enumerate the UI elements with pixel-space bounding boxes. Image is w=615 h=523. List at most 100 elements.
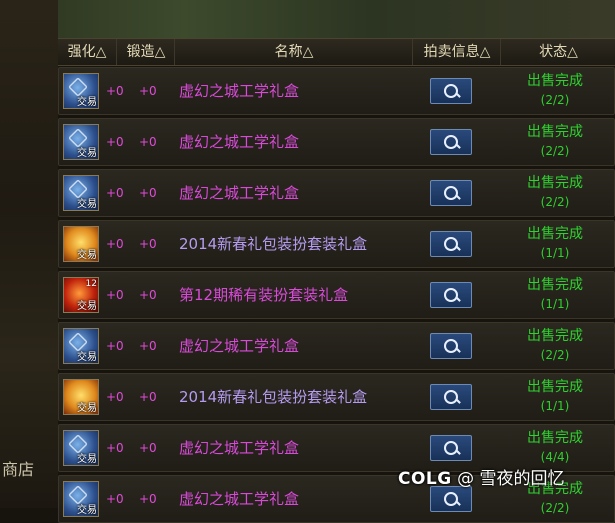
item-name[interactable]: 2014新春礼包装扮套装礼盒	[179, 221, 367, 267]
item-name[interactable]: 虚幻之城工学礼盒	[179, 476, 299, 522]
trade-label: 交易	[77, 454, 97, 465]
status-quantity: (2/2)	[540, 93, 570, 107]
column-auction-info[interactable]: 拍卖信息△	[412, 39, 501, 65]
item-name[interactable]: 虚幻之城工学礼盒	[179, 170, 299, 216]
rune-glyph	[68, 332, 88, 352]
trade-label: 交易	[77, 199, 97, 210]
forge-value: +0	[139, 492, 157, 506]
enhance-value: +0	[106, 390, 124, 404]
item-name[interactable]: 2014新春礼包装扮套装礼盒	[179, 374, 367, 420]
auction-info-search-button[interactable]	[430, 180, 472, 206]
status-quantity: (1/1)	[540, 399, 570, 413]
item-name[interactable]: 虚幻之城工学礼盒	[179, 68, 299, 114]
enhance-value: +0	[106, 237, 124, 251]
auction-row[interactable]: 12 交易 +0 +0 第12期稀有装扮套装礼盒 出售完成 (1/1)	[58, 271, 615, 319]
trade-label: 交易	[77, 148, 97, 159]
enhance-value: +0	[106, 288, 124, 302]
status-text: 出售完成	[527, 328, 583, 344]
rune-glyph	[68, 128, 88, 148]
column-name[interactable]: 名称△	[174, 39, 413, 65]
column-enhance[interactable]: 强化△	[58, 39, 116, 65]
status-text: 出售完成	[527, 73, 583, 89]
sale-status: 出售完成 (2/2)	[502, 327, 608, 365]
item-name[interactable]: 虚幻之城工学礼盒	[179, 119, 299, 165]
auction-list: 交易 +0 +0 虚幻之城工学礼盒 出售完成 (2/2) 交易 +0 +0 虚幻之城工学礼盒 出售完…	[58, 64, 615, 523]
auction-info-search-button[interactable]	[430, 282, 472, 308]
column-forge[interactable]: 锻造△	[116, 39, 175, 65]
forge-value: +0	[139, 237, 157, 251]
forge-value: +0	[139, 135, 157, 149]
status-quantity: (1/1)	[540, 297, 570, 311]
blue-rune-box-icon[interactable]: 交易	[63, 175, 99, 211]
enhance-value: +0	[106, 339, 124, 353]
blue-rune-box-icon[interactable]: 交易	[63, 124, 99, 160]
status-text: 出售完成	[527, 277, 583, 293]
watermark-brand: COLG	[398, 469, 452, 489]
shop-partial-label: 商店	[2, 460, 35, 479]
status-quantity: (2/2)	[540, 348, 570, 362]
trade-label: 交易	[77, 301, 97, 312]
sale-status: 出售完成 (1/1)	[502, 276, 608, 314]
sale-status: 出售完成 (2/2)	[502, 123, 608, 161]
status-text: 出售完成	[527, 175, 583, 191]
status-quantity: (1/1)	[540, 246, 570, 260]
watermark: COLG @ 雪夜的回忆	[398, 466, 565, 492]
red-gift-box-icon[interactable]: 12 交易	[63, 277, 99, 313]
game-background-left	[0, 0, 58, 508]
forge-value: +0	[139, 390, 157, 404]
forge-value: +0	[139, 441, 157, 455]
trade-label: 交易	[77, 352, 97, 363]
auction-row[interactable]: 交易 +0 +0 虚幻之城工学礼盒 出售完成 (4/4)	[58, 424, 615, 472]
auction-row[interactable]: 交易 +0 +0 2014新春礼包装扮套装礼盒 出售完成 (1/1)	[58, 373, 615, 421]
sale-status: 出售完成 (4/4)	[502, 429, 608, 467]
auction-info-search-button[interactable]	[430, 231, 472, 257]
sale-status: 出售完成 (1/1)	[502, 378, 608, 416]
trade-label: 交易	[77, 505, 97, 516]
blue-rune-box-icon[interactable]: 交易	[63, 328, 99, 364]
enhance-value: +0	[106, 84, 124, 98]
item-name[interactable]: 虚幻之城工学礼盒	[179, 425, 299, 471]
enhance-value: +0	[106, 135, 124, 149]
column-status[interactable]: 状态△	[500, 39, 615, 65]
status-quantity: (4/4)	[540, 450, 570, 464]
rune-glyph	[68, 434, 88, 454]
status-text: 出售完成	[527, 226, 583, 242]
auction-info-search-button[interactable]	[430, 78, 472, 104]
watermark-author: @ 雪夜的回忆	[457, 469, 565, 489]
auction-row[interactable]: 交易 +0 +0 虚幻之城工学礼盒 出售完成 (2/2)	[58, 169, 615, 217]
auction-info-search-button[interactable]	[430, 129, 472, 155]
blue-rune-box-icon[interactable]: 交易	[63, 73, 99, 109]
auction-info-search-button[interactable]	[430, 435, 472, 461]
rune-glyph	[68, 77, 88, 97]
forge-value: +0	[139, 186, 157, 200]
auction-row[interactable]: 交易 +0 +0 2014新春礼包装扮套装礼盒 出售完成 (1/1)	[58, 220, 615, 268]
blue-rune-box-icon[interactable]: 交易	[63, 481, 99, 517]
trade-label: 交易	[77, 250, 97, 261]
rune-glyph	[68, 179, 88, 199]
auction-row[interactable]: 交易 +0 +0 虚幻之城工学礼盒 出售完成 (2/2)	[58, 67, 615, 115]
auction-info-search-button[interactable]	[430, 384, 472, 410]
status-text: 出售完成	[527, 430, 583, 446]
auction-row[interactable]: 交易 +0 +0 虚幻之城工学礼盒 出售完成 (2/2)	[58, 118, 615, 166]
status-quantity: (2/2)	[540, 501, 570, 515]
status-quantity: (2/2)	[540, 144, 570, 158]
enhance-value: +0	[106, 441, 124, 455]
rune-glyph	[68, 485, 88, 505]
enhance-value: +0	[106, 186, 124, 200]
item-name[interactable]: 第12期稀有装扮套装礼盒	[179, 272, 348, 318]
gold-gift-box-icon[interactable]: 交易	[63, 379, 99, 415]
sale-status: 出售完成 (2/2)	[502, 174, 608, 212]
sale-status: 出售完成 (2/2)	[502, 72, 608, 110]
sale-status: 出售完成 (1/1)	[502, 225, 608, 263]
forge-value: +0	[139, 84, 157, 98]
gold-gift-box-icon[interactable]: 交易	[63, 226, 99, 262]
item-name[interactable]: 虚幻之城工学礼盒	[179, 323, 299, 369]
auction-info-search-button[interactable]	[430, 333, 472, 359]
status-quantity: (2/2)	[540, 195, 570, 209]
auction-row[interactable]: 交易 +0 +0 虚幻之城工学礼盒 出售完成 (2/2)	[58, 322, 615, 370]
forge-value: +0	[139, 288, 157, 302]
status-text: 出售完成	[527, 124, 583, 140]
blue-rune-box-icon[interactable]: 交易	[63, 430, 99, 466]
trade-label: 交易	[77, 403, 97, 414]
trade-label: 交易	[77, 97, 97, 108]
